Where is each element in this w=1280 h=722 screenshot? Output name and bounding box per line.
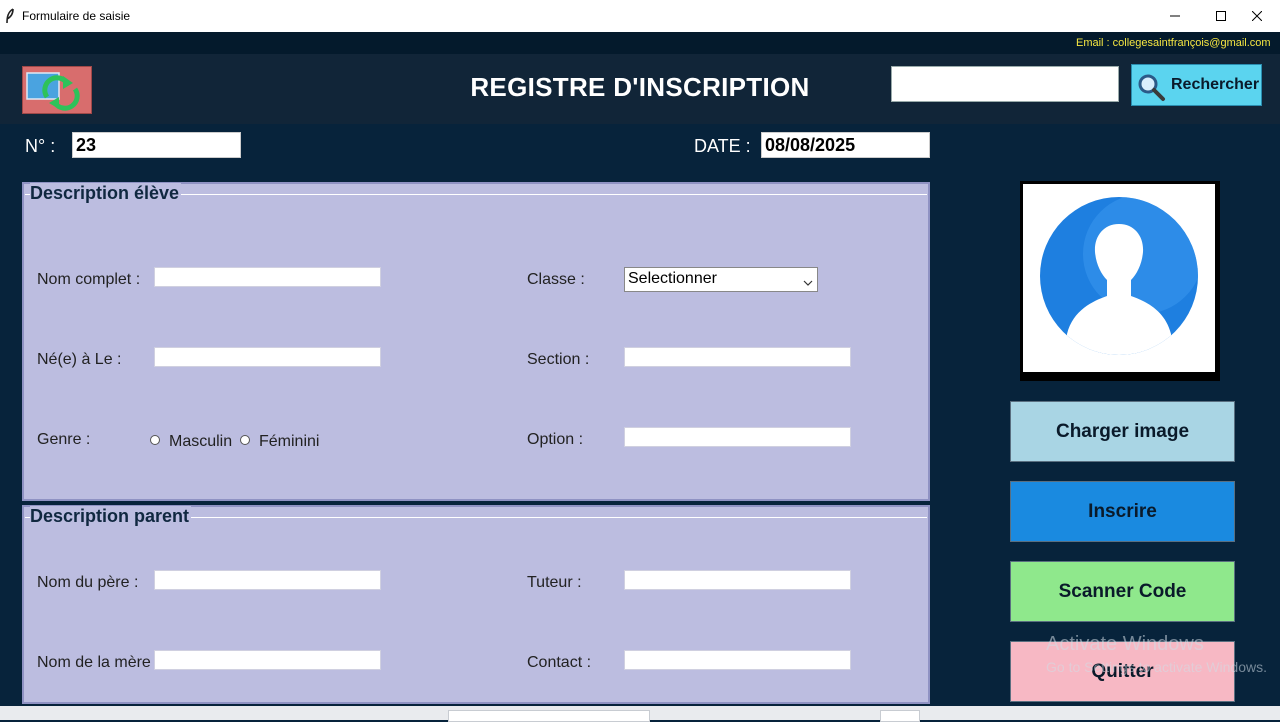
charger-image-button[interactable]: Charger image <box>1010 401 1235 462</box>
inscrire-button[interactable]: Inscrire <box>1010 481 1235 542</box>
scanner-code-button[interactable]: Scanner Code <box>1010 561 1235 622</box>
header-bar: REGISTRE D'INSCRIPTION Rechercher <box>0 54 1280 124</box>
parent-legend: Description parent <box>30 506 192 527</box>
eleve-legend: Description élève <box>30 183 182 204</box>
section-label: Section : <box>527 351 590 368</box>
window-titlebar: Formulaire de saisie <box>0 0 1280 32</box>
contact-label: Contact : <box>527 654 592 671</box>
mere-label: Nom de la mère <box>37 654 151 671</box>
date-label: DATE : <box>694 136 751 156</box>
window-title: Formulaire de saisie <box>22 9 131 23</box>
email-strip: Email : collegesaintfrançois@gmail.com <box>0 32 1280 54</box>
photo-area <box>1023 184 1215 372</box>
bottom-strip <box>0 706 1280 722</box>
feminin-label: Féminini <box>259 433 320 450</box>
magnifier-icon <box>1136 72 1166 107</box>
search-button[interactable]: Rechercher <box>1131 64 1262 106</box>
maximize-icon <box>1216 11 1226 21</box>
photo-frame <box>1020 181 1220 381</box>
option-input[interactable] <box>624 427 851 447</box>
activate-windows-hint: Go to Settings to activate Windows. <box>1046 659 1267 675</box>
pere-input[interactable] <box>154 570 381 590</box>
mere-input[interactable] <box>154 650 381 670</box>
option-label: Option : <box>527 431 584 448</box>
date-field[interactable]: 08/08/2025 <box>761 132 930 158</box>
taskbar-item[interactable] <box>880 710 920 722</box>
section-input[interactable] <box>624 347 851 367</box>
nom-complet-label: Nom complet : <box>37 271 141 288</box>
feather-icon <box>5 8 15 24</box>
search-input[interactable] <box>891 66 1119 102</box>
parent-panel: Description parent Nom du père : Nom de … <box>22 505 930 704</box>
numero-label: N° : <box>25 136 56 156</box>
minimize-icon <box>1170 15 1180 17</box>
radio-masculin[interactable] <box>150 435 160 445</box>
nom-complet-input[interactable] <box>154 267 381 287</box>
eleve-panel: Description élève Nom complet : Né(e) à … <box>22 182 930 501</box>
email-text: Email : collegesaintfrançois@gmail.com <box>1076 37 1271 49</box>
tuteur-label: Tuteur : <box>527 574 582 591</box>
chevron-down-icon <box>803 274 813 292</box>
user-avatar-icon <box>1040 197 1198 355</box>
search-button-label: Rechercher <box>1171 76 1260 93</box>
minimize-button[interactable] <box>1152 0 1198 32</box>
numero-field[interactable]: 23 <box>72 132 241 158</box>
tuteur-input[interactable] <box>624 570 851 590</box>
close-window-button[interactable] <box>1234 0 1280 32</box>
masculin-label: Masculin <box>169 433 233 450</box>
genre-label: Genre : <box>37 431 91 448</box>
naissance-input[interactable] <box>154 347 381 367</box>
contact-input[interactable] <box>624 650 851 670</box>
radio-feminin[interactable] <box>240 435 250 445</box>
pere-label: Nom du père : <box>37 574 139 591</box>
taskbar-item[interactable] <box>448 710 650 722</box>
classe-select[interactable]: Selectionner <box>624 267 818 292</box>
naissance-label: Né(e) à Le : <box>37 351 122 368</box>
activate-windows-watermark: Activate Windows <box>1046 633 1204 655</box>
close-icon <box>1252 11 1262 21</box>
classe-select-value: Selectionner <box>628 270 717 287</box>
classe-label: Classe : <box>527 271 585 288</box>
